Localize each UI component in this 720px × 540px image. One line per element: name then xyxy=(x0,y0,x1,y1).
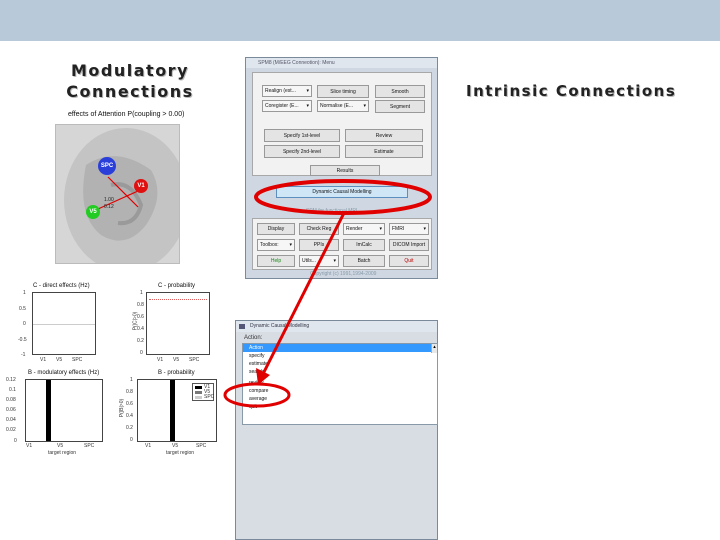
annotation-arrowhead xyxy=(256,368,270,385)
annotation-overlay xyxy=(223,179,432,408)
highlight-ellipse-review-item xyxy=(223,382,291,408)
annotation-arrow xyxy=(260,212,346,377)
highlight-ellipse-dcm-button xyxy=(254,179,432,215)
